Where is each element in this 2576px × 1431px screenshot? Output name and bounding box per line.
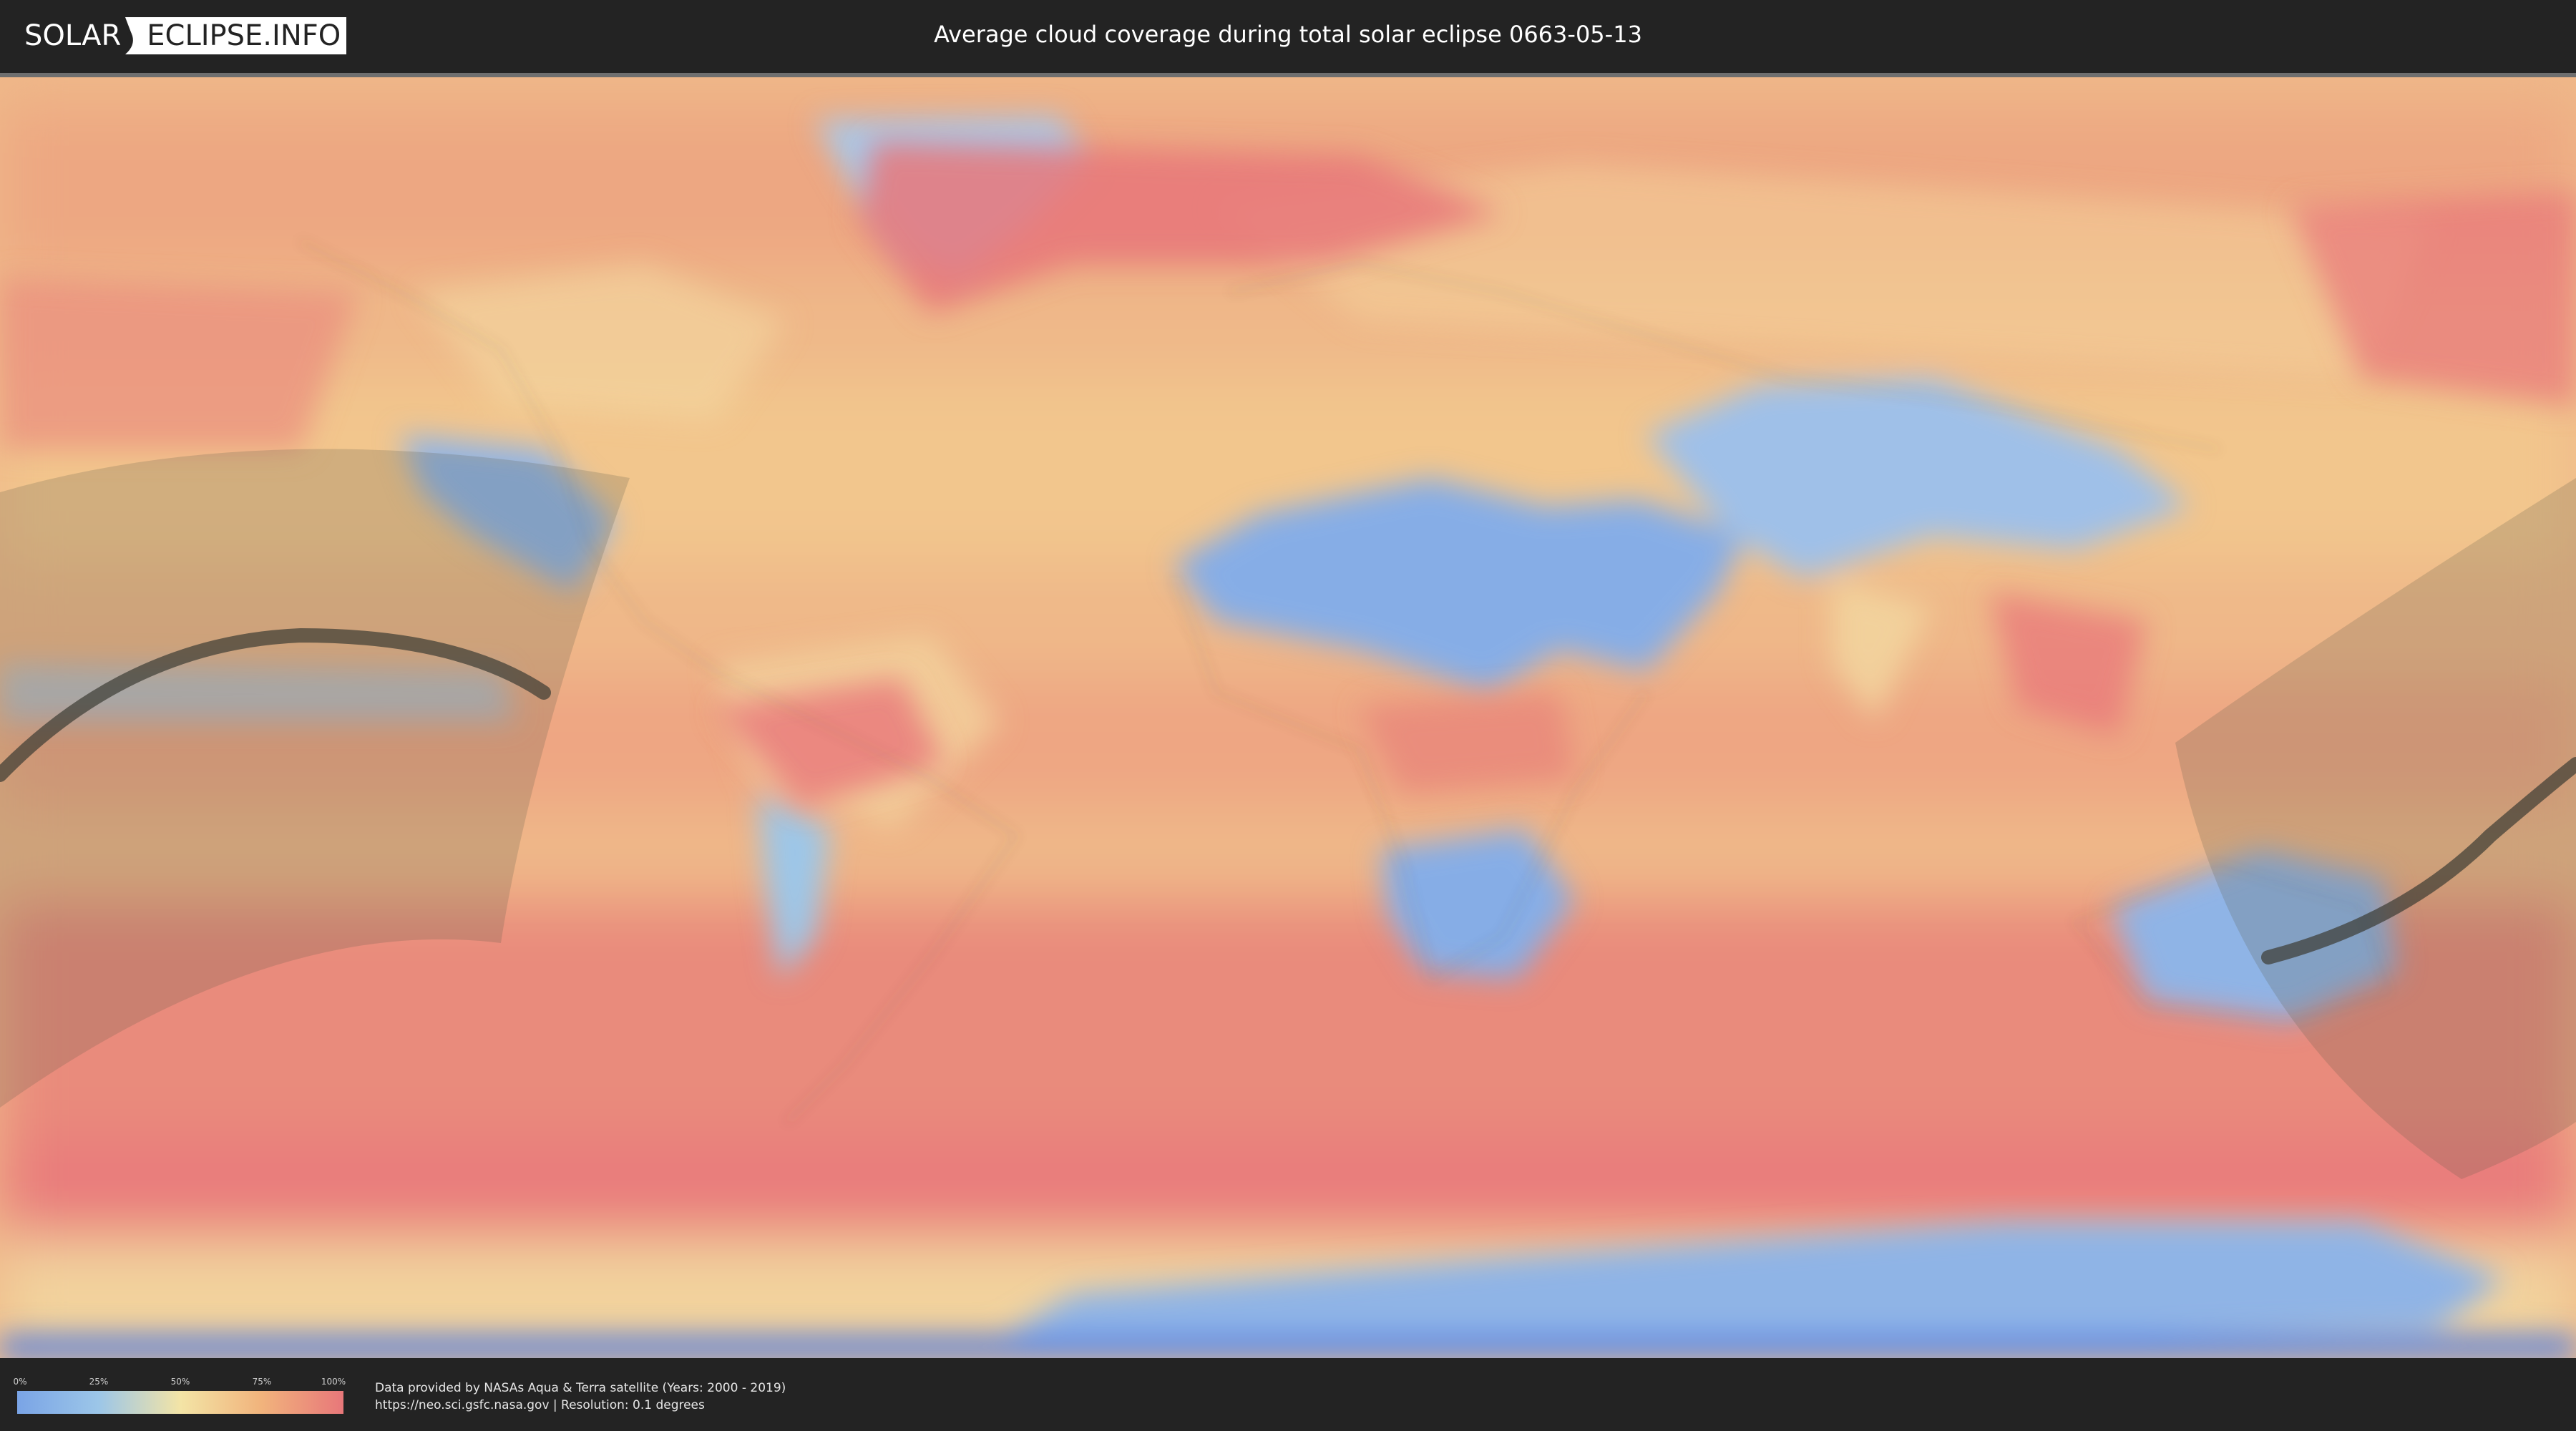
legend-ticks: 0% 25% 50% 75% 100% [13,1377,346,1388]
legend-tick-50: 50% [170,1377,190,1387]
legend-tick-25: 25% [89,1377,109,1387]
footer: 0% 25% 50% 75% 100% Data provided by NAS… [0,1358,2576,1431]
credit-line-url[interactable]: https://neo.sci.gsfc.nasa.gov | Resoluti… [375,1397,786,1414]
page: SOLAR ECLIPSE.INFO Average cloud coverag… [0,0,2576,1431]
page-title: Average cloud coverage during total sola… [934,21,1642,48]
legend-color-bar [17,1391,343,1414]
credit-line-source: Data provided by NASAs Aqua & Terra sate… [375,1381,786,1395]
legend-tick-75: 75% [252,1377,272,1387]
data-credits: Data provided by NASAs Aqua & Terra sate… [375,1379,786,1414]
header: SOLAR ECLIPSE.INFO Average cloud coverag… [0,0,2576,72]
map-svg [0,77,2576,1358]
legend-tick-100: 100% [321,1377,346,1387]
cloud-coverage-legend: 0% 25% 50% 75% 100% [13,1377,346,1414]
legend-tick-0: 0% [13,1377,27,1387]
cloud-coverage-map[interactable] [0,77,2576,1358]
